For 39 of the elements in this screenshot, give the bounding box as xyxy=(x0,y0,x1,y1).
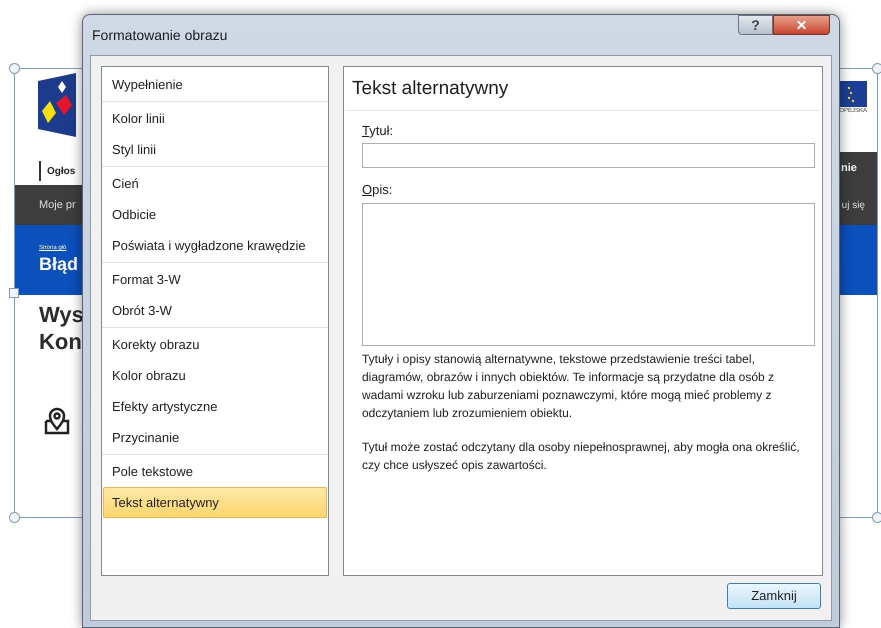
category-item[interactable]: Odbicie xyxy=(103,199,327,230)
resize-handle[interactable] xyxy=(872,512,881,523)
help-text: Tytuł może zostać odczytany dla osoby niepełnosprawnej, aby mogła ona określić, czy chce usłyszeć opis zawartości. xyxy=(362,438,801,474)
flag-icon xyxy=(839,81,867,107)
description-label: Opis: xyxy=(362,181,394,199)
category-item[interactable]: Kolor linii xyxy=(103,103,327,134)
title-label: Tytuł: xyxy=(362,122,394,140)
category-item[interactable]: Styl linii xyxy=(103,134,327,165)
header-link: Ogłos xyxy=(47,164,76,178)
title-field[interactable] xyxy=(362,143,815,168)
page-heading: Wys xyxy=(39,301,84,328)
help-text: Tytuły i opisy stanowią alternatywne, tekstowe przedstawienie treści tabel, diagramów, obrazów i innych obiektów. Te informacje są przydatne dla osób z wadami wzroku lub zaburzeniami poznawczymi, które mogą mieć problemy z odczytaniem lub zrozumieniem obiektu. xyxy=(362,350,776,422)
category-item[interactable]: Korekty obrazu xyxy=(103,329,327,360)
map-pin-icon xyxy=(43,407,71,435)
category-item[interactable]: Wypełnienie xyxy=(103,69,327,100)
category-item[interactable]: Poświata i wygładzone krawędzie xyxy=(103,230,327,261)
category-item[interactable]: Format 3-W xyxy=(103,264,327,295)
description-field[interactable] xyxy=(362,202,815,346)
panel-heading: Tekst alternatywny xyxy=(352,78,508,99)
category-item[interactable]: Tekst alternatywny xyxy=(103,487,327,518)
category-item[interactable]: Przycinanie xyxy=(103,422,327,453)
banner-title: Błąd xyxy=(39,253,78,276)
resize-handle[interactable] xyxy=(9,63,20,74)
page-heading: Kon xyxy=(39,328,82,355)
window-title: Formatowanie obrazu xyxy=(92,26,228,44)
close-dialog-button[interactable]: Zamknij xyxy=(727,583,821,609)
resize-handle[interactable] xyxy=(9,288,19,298)
category-item[interactable]: Pole tekstowe xyxy=(103,456,327,487)
category-item[interactable]: Cień xyxy=(103,168,327,199)
category-item[interactable]: Efekty artystyczne xyxy=(103,391,327,422)
star-flag-logo-icon xyxy=(38,73,76,137)
category-item[interactable]: Kolor obrazu xyxy=(103,360,327,391)
nav-item: Moje pr xyxy=(39,198,76,213)
dark-tab: nie xyxy=(839,152,877,185)
help-button[interactable]: ? xyxy=(738,15,773,35)
nav-item: uj się xyxy=(842,198,865,212)
resize-handle[interactable] xyxy=(872,63,881,74)
resize-handle[interactable] xyxy=(9,512,20,523)
category-item[interactable]: Obrót 3-W xyxy=(103,295,327,326)
